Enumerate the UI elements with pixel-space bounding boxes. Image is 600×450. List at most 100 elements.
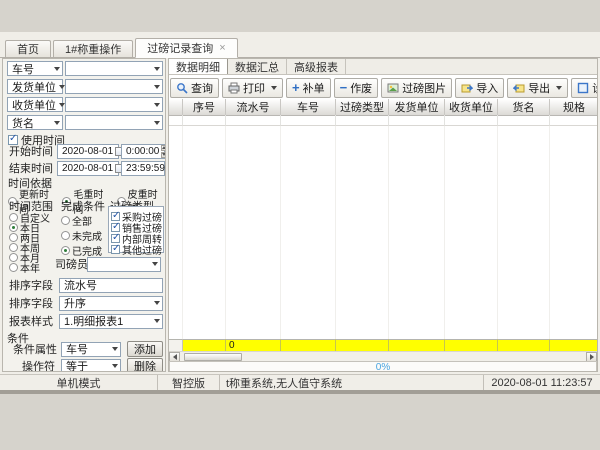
range-this-year[interactable]: 本年 xyxy=(9,260,40,275)
col-header-serial[interactable]: 序号 xyxy=(183,99,226,116)
sort-order-row: 排序字段 升序 xyxy=(9,295,165,311)
status-bar: 单机模式 智控版 t称重系统,无人值守系统 2020-08-01 11:23:5… xyxy=(0,374,600,390)
finish-all[interactable]: 全部 xyxy=(61,213,92,228)
weigher-combo[interactable] xyxy=(87,257,161,272)
vehicle-field-select[interactable]: 车号 xyxy=(7,61,63,76)
import-icon xyxy=(461,82,473,94)
spinner-buttons[interactable] xyxy=(161,145,166,158)
summary-row: 0 xyxy=(169,339,597,351)
shipper-field-select[interactable]: 发货单位 xyxy=(7,79,63,94)
chevron-down-icon xyxy=(154,85,160,89)
sort-field-row: 排序字段 流水号 xyxy=(9,277,165,293)
export-icon xyxy=(513,82,525,94)
col-header-vehicle[interactable]: 车号 xyxy=(281,99,336,116)
supplement-button[interactable]: + 补单 xyxy=(286,78,331,98)
finish-group-label: 完成条件 xyxy=(61,198,105,214)
col-header-weigh-type[interactable]: 过磅类型 xyxy=(336,99,389,116)
tab-bar: 首页 1#称重操作 过磅记录查询 × xyxy=(0,38,600,58)
chevron-down-icon xyxy=(112,347,118,351)
add-condition-button[interactable]: 添加 xyxy=(127,341,163,357)
start-time-label: 开始时间 xyxy=(9,143,57,159)
weigh-photo-button[interactable]: 过磅图片 xyxy=(381,78,452,98)
void-button[interactable]: − 作废 xyxy=(334,78,379,98)
toolbar: 查询 打印 + 补单 − 作废 过磅图片 导入 xyxy=(170,77,596,99)
minus-icon: − xyxy=(340,82,348,94)
checkbox-label: 其他过磅 xyxy=(122,242,162,257)
vehicle-value-combo[interactable] xyxy=(65,61,163,76)
sort-field-input[interactable]: 流水号 xyxy=(59,278,163,293)
table-body[interactable] xyxy=(169,126,597,339)
print-button[interactable]: 打印 xyxy=(222,78,283,98)
chevron-down-icon[interactable] xyxy=(556,86,562,90)
end-time-spinner[interactable]: 23:59:59 xyxy=(121,161,165,176)
tab-label: 过磅记录查询 xyxy=(147,40,213,56)
tab-home[interactable]: 首页 xyxy=(5,40,51,57)
status-edition: 智控版 xyxy=(158,375,220,390)
radio-icon[interactable] xyxy=(61,216,70,225)
spin-down-icon[interactable] xyxy=(161,152,166,158)
field-label: 发货单位 xyxy=(12,79,56,95)
scrollbar-thumb[interactable] xyxy=(184,353,242,361)
condition-attr-row: 条件属性 车号 添加 xyxy=(13,341,165,357)
col-header-receiver[interactable]: 收货单位 xyxy=(445,99,498,116)
chevron-down-icon xyxy=(154,301,160,305)
subtab-advanced-report[interactable]: 高级报表 xyxy=(287,59,346,74)
report-style-label: 报表样式 xyxy=(9,313,59,329)
start-date-picker[interactable]: 2020-08-01 xyxy=(57,144,119,159)
scroll-left-icon[interactable] xyxy=(169,352,180,362)
radio-label: 全部 xyxy=(72,213,92,228)
finish-unfinished[interactable]: 未完成 xyxy=(61,228,102,243)
tab-close-icon[interactable]: × xyxy=(219,43,225,54)
status-system-name: t称重系统,无人值守系统 xyxy=(220,375,484,390)
receiver-value-combo[interactable] xyxy=(65,97,163,112)
type-other[interactable]: 其他过磅 xyxy=(111,242,162,257)
row-selector-header xyxy=(169,99,183,116)
tab-weighing-record-query[interactable]: 过磅记录查询 × xyxy=(135,38,237,58)
radio-icon[interactable] xyxy=(9,263,18,272)
progress-bar: 0% xyxy=(169,361,597,372)
plus-icon: + xyxy=(292,82,300,94)
col-header-spec[interactable]: 规格 xyxy=(550,99,598,116)
radio-icon[interactable] xyxy=(61,231,70,240)
radio-icon[interactable] xyxy=(61,246,70,255)
end-time-row: 结束时间 2020-08-01 23:59:59 xyxy=(9,160,165,176)
chevron-down-icon xyxy=(152,262,158,266)
data-panel: 数据明细 数据汇总 高级报表 查询 打印 + 补单 − 作废 xyxy=(168,58,598,372)
export-button[interactable]: 导出 xyxy=(507,78,568,98)
report-style-select[interactable]: 1.明细报表1 xyxy=(59,314,163,329)
checkbox-icon[interactable] xyxy=(111,245,120,254)
shipper-value-combo[interactable] xyxy=(65,79,163,94)
col-header-goods[interactable]: 货名 xyxy=(498,99,550,116)
condition-op-value: 等于 xyxy=(66,358,88,372)
settings-button[interactable]: 设置 xyxy=(571,78,598,98)
status-timestamp: 2020-08-01 11:23:57 xyxy=(484,375,600,390)
query-button[interactable]: 查询 xyxy=(170,78,219,98)
col-header-shipper[interactable]: 发货单位 xyxy=(389,99,445,116)
import-button[interactable]: 导入 xyxy=(455,78,504,98)
chevron-down-icon[interactable] xyxy=(271,86,277,90)
horizontal-scrollbar[interactable] xyxy=(169,351,597,361)
receiver-field-select[interactable]: 收货单位 xyxy=(7,97,63,112)
goods-value-combo[interactable] xyxy=(65,115,163,130)
goods-field-select[interactable]: 货名 xyxy=(7,115,63,130)
spin-up-icon[interactable] xyxy=(161,145,166,151)
progress-percent: 0% xyxy=(376,362,390,373)
end-date-picker[interactable]: 2020-08-01 xyxy=(57,161,119,176)
scroll-right-icon[interactable] xyxy=(586,352,597,362)
col-header-flow-no[interactable]: 流水号 xyxy=(226,99,281,116)
data-subtabs: 数据明细 数据汇总 高级报表 xyxy=(169,59,597,75)
table-header-row: 序号 流水号 车号 过磅类型 发货单位 收货单位 货名 规格 xyxy=(169,99,597,115)
receiver-filter-row: 收货单位 xyxy=(7,97,163,112)
subtab-data-summary[interactable]: 数据汇总 xyxy=(228,59,287,74)
condition-op-label: 操作符 xyxy=(13,358,61,372)
condition-attr-select[interactable]: 车号 xyxy=(61,342,121,357)
condition-op-select[interactable]: 等于 xyxy=(61,359,121,373)
subtab-data-detail[interactable]: 数据明细 xyxy=(169,59,228,74)
filter-panel: 车号 发货单位 收货单位 货名 使用时间 开始时间 2020-08-01 0:0… xyxy=(2,58,166,372)
tab-weighing-operation[interactable]: 1#称重操作 xyxy=(53,40,133,57)
delete-condition-button[interactable]: 删除 xyxy=(127,358,163,372)
sort-order-select[interactable]: 升序 xyxy=(59,296,163,311)
start-time-spinner[interactable]: 0:00:00 xyxy=(121,144,165,159)
condition-op-row: 操作符 等于 删除 xyxy=(13,358,165,372)
condition-attr-value: 车号 xyxy=(66,341,88,357)
